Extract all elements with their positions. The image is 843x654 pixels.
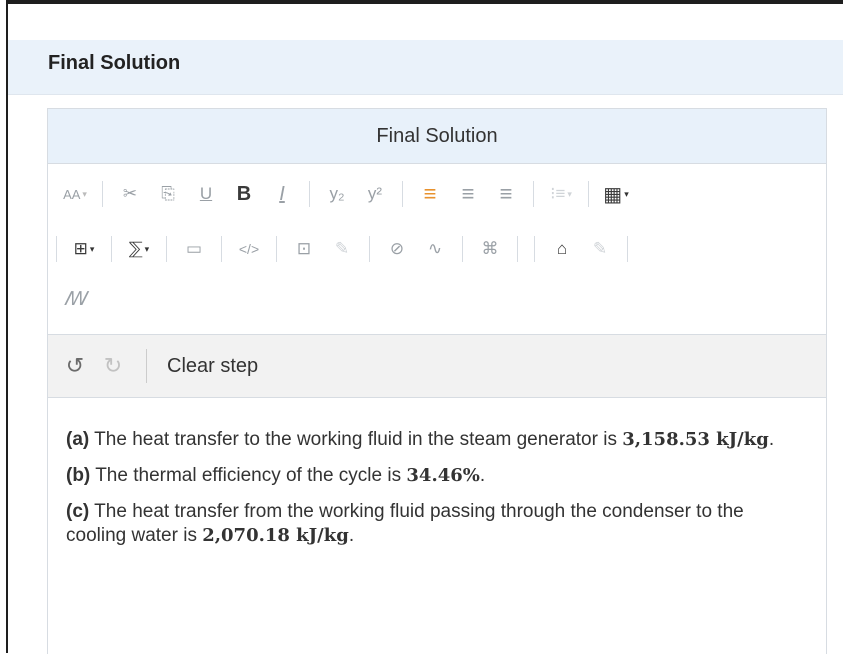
code-icon[interactable]: </> [235, 234, 263, 264]
toolbar-separator [166, 236, 167, 262]
toolbar-separator [111, 236, 112, 262]
undo-bar: ↺ ↻ Clear step [48, 335, 826, 398]
drawing-icon[interactable]: ⊘ [383, 234, 411, 264]
editor-toolbar: AA ▾ ✂ ⎘ U B I y₂ y² ≡ ≡ ≡ ⁝≡ ▾ ▦ ▾ ⊞ ▾ ⅀ ▾ [48, 164, 826, 335]
toolbar-row-1: AA ▾ ✂ ⎘ U B I y₂ y² ≡ ≡ ≡ ⁝≡ ▾ ▦ ▾ [56, 174, 635, 214]
toolbar-separator [462, 236, 463, 262]
molecule-icon[interactable]: ⌘ [476, 234, 504, 264]
toolbar-separator [534, 236, 535, 262]
cut-icon[interactable]: ✂ [116, 179, 144, 209]
toolbar-separator [56, 236, 57, 262]
font-size-button[interactable]: AA ▾ [61, 179, 89, 209]
edit-chemistry-icon[interactable]: ✎ [586, 234, 614, 264]
section-header: Final Solution [8, 40, 843, 95]
editor-title: Final Solution [48, 109, 826, 164]
italic-button[interactable]: I [268, 179, 296, 209]
bold-button[interactable]: B [230, 179, 258, 209]
answer-c-text: The heat transfer from the working fluid… [66, 501, 744, 546]
toolbar-separator [102, 181, 103, 207]
clear-step-button[interactable]: Clear step [146, 349, 258, 383]
toolbar-separator [369, 236, 370, 262]
toolbar-separator [309, 181, 310, 207]
answer-a-text: The heat transfer to the working fluid i… [94, 429, 617, 450]
answer-b-value: 34.46% [406, 465, 480, 486]
edit-equation-icon[interactable]: ✎ [328, 234, 356, 264]
toolbar-separator [533, 181, 534, 207]
table-icon[interactable]: ▦ ▾ [602, 179, 630, 209]
subscript-button[interactable]: y₂ [323, 179, 351, 209]
list-icon[interactable]: ⁝≡ ▾ [547, 179, 575, 209]
signal-icon[interactable]: ∿ [421, 234, 449, 264]
redo-icon[interactable]: ↻ [100, 353, 126, 379]
answer-b-period: . [479, 465, 486, 486]
math-equation-icon[interactable]: ⊡ [290, 234, 318, 264]
toolbar-row-2: ⊞ ▾ ⅀ ▾ ▭ </> ⊡ ✎ ⊘ ∿ ⌘ ⌂ ✎ [48, 229, 636, 269]
superscript-button[interactable]: y² [361, 179, 389, 209]
editor-content[interactable]: (a) The heat transfer to the working flu… [48, 398, 826, 548]
align-right-icon[interactable]: ≡ [492, 179, 520, 209]
toolbar-separator [627, 236, 628, 262]
answer-b-label: (b) [66, 465, 91, 486]
handwriting-icon[interactable]: ꟿ [61, 284, 89, 314]
answer-c: (c) The heat transfer from the working f… [66, 500, 806, 548]
special-characters-icon[interactable]: ⊞ ▾ [70, 234, 98, 264]
answer-b-text: The thermal efficiency of the cycle is [95, 465, 402, 486]
answer-c-period: . [348, 525, 355, 546]
toolbar-separator [276, 236, 277, 262]
underline-button[interactable]: U [192, 179, 220, 209]
toolbar-separator [517, 236, 518, 262]
align-center-icon[interactable]: ≡ [454, 179, 482, 209]
toolbar-row-3: ꟿ [56, 279, 94, 319]
toolbar-separator [588, 181, 589, 207]
undo-icon[interactable]: ↺ [62, 353, 88, 379]
toolbar-separator [402, 181, 403, 207]
formula-icon[interactable]: ⅀ ▾ [125, 234, 153, 264]
paste-icon[interactable]: ⎘ [154, 179, 182, 209]
answer-a-period: . [768, 429, 775, 450]
answer-c-value: 2,070.18 kJ/kg [202, 525, 349, 546]
align-left-icon[interactable]: ≡ [416, 179, 444, 209]
section-title: Final Solution [48, 52, 181, 74]
image-icon[interactable]: ▭ [180, 234, 208, 264]
answer-c-label: (c) [66, 501, 90, 522]
rich-text-editor: Final Solution AA ▾ ✂ ⎘ U B I y₂ y² ≡ ≡ ≡… [47, 108, 827, 654]
chemistry-icon[interactable]: ⌂ [548, 234, 576, 264]
answer-a: (a) The heat transfer to the working flu… [66, 428, 806, 452]
answer-a-label: (a) [66, 429, 90, 450]
toolbar-separator [221, 236, 222, 262]
answer-a-value: 3,158.53 kJ/kg [622, 429, 769, 450]
answer-b: (b) The thermal efficiency of the cycle … [66, 464, 806, 488]
